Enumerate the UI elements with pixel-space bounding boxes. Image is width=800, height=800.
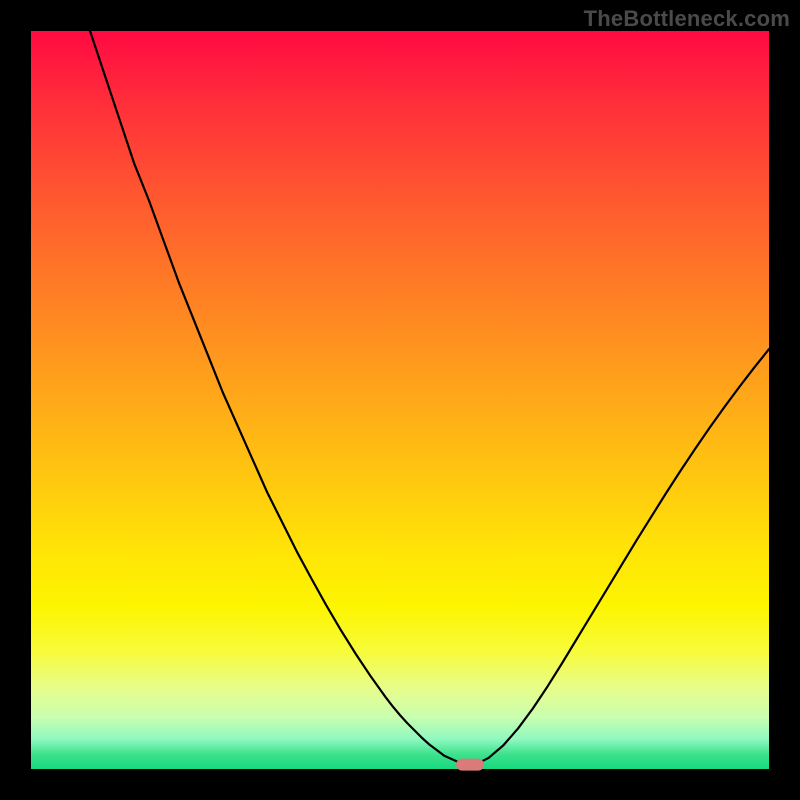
chart-frame: TheBottleneck.com	[0, 0, 800, 800]
watermark-text: TheBottleneck.com	[584, 6, 790, 32]
minimum-marker	[456, 759, 484, 771]
bottleneck-curve	[90, 31, 769, 765]
plot-area	[31, 31, 769, 769]
curve-svg	[31, 31, 769, 769]
